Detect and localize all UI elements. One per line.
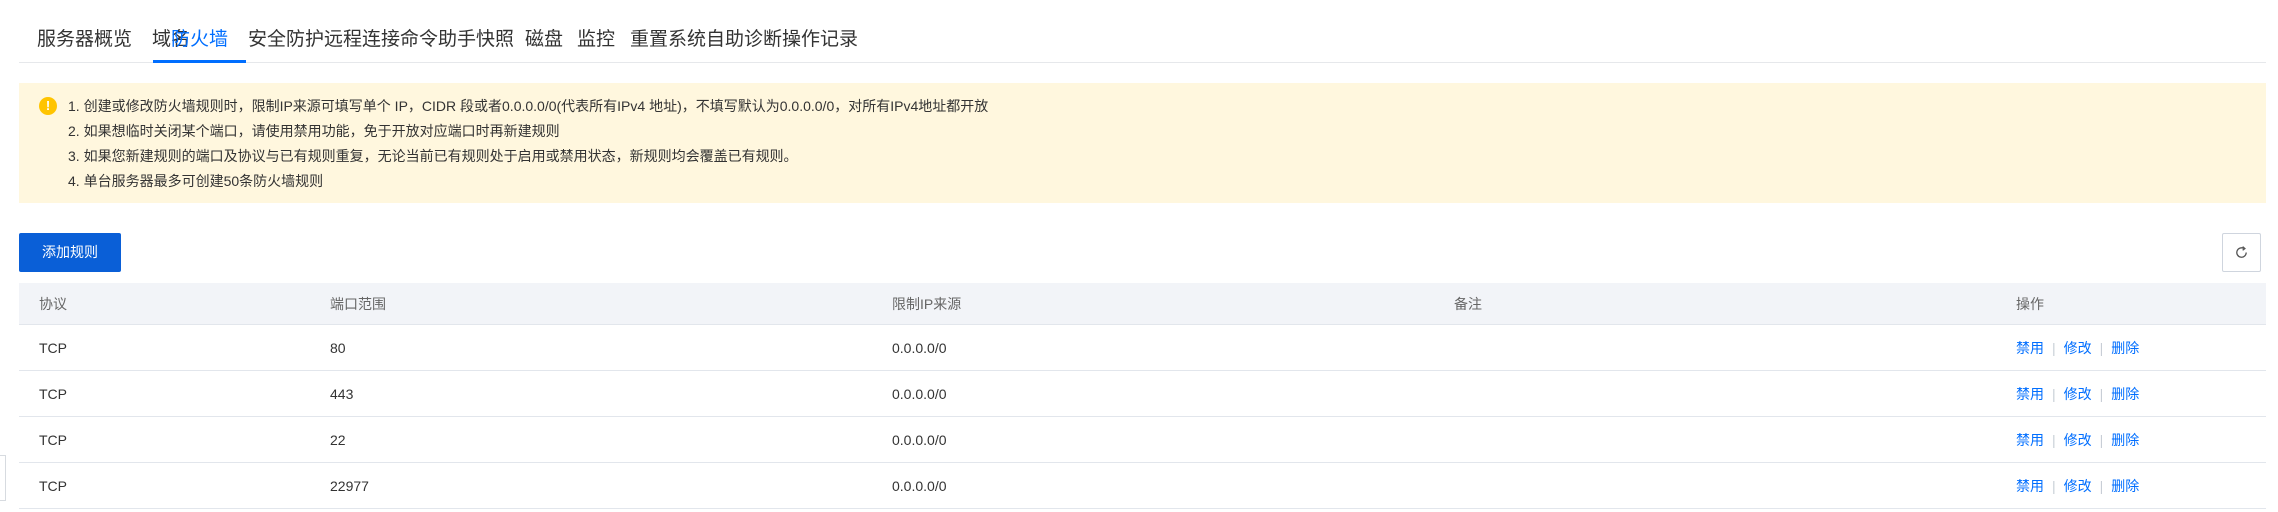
action-separator: |	[2052, 386, 2056, 402]
notice-line: 4. 单台服务器最多可创建50条防火墙规则	[68, 173, 324, 189]
cell-actions: 禁用 | 修改 | 删除	[2016, 371, 2139, 417]
cell-actions: 禁用 | 修改 | 删除	[2016, 325, 2139, 371]
cell-ip-source: 0.0.0.0/0	[892, 340, 947, 356]
refresh-button[interactable]	[2222, 233, 2261, 272]
notice-line: 2. 如果想临时关闭某个端口，请使用禁用功能，免于开放对应端口时再新建规则	[68, 123, 560, 139]
action-separator: |	[2099, 340, 2104, 356]
tab-bar: 服务器概览 域名 防火墙 安全防护 远程连接 命令助手 快照 磁盘 监控 重置系…	[19, 0, 2266, 63]
cell-port: 443	[330, 386, 354, 402]
disable-link[interactable]: 禁用	[2016, 432, 2044, 448]
side-panel-edge	[0, 455, 6, 501]
edit-link[interactable]: 修改	[2064, 478, 2092, 494]
action-separator: |	[2052, 432, 2056, 448]
action-separator: |	[2099, 432, 2104, 448]
table-row: TCP 22 0.0.0.0/0 禁用 | 修改 | 删除	[19, 417, 2266, 463]
cell-actions: 禁用 | 修改 | 删除	[2016, 417, 2139, 463]
column-header-ip-source: 限制IP来源	[892, 296, 962, 312]
column-header-note: 备注	[1454, 296, 1482, 312]
rules-table: 协议 端口范围 限制IP来源 备注 操作 TCP 80 0.0.0.0/0 禁用…	[19, 283, 2266, 509]
refresh-icon	[2236, 246, 2247, 258]
cell-port: 22	[330, 432, 346, 448]
firewall-page: 服务器概览 域名 防火墙 安全防护 远程连接 命令助手 快照 磁盘 监控 重置系…	[0, 0, 2278, 512]
edit-link[interactable]: 修改	[2064, 340, 2092, 356]
edit-link[interactable]: 修改	[2064, 386, 2092, 402]
action-separator: |	[2099, 386, 2104, 402]
cell-port: 22977	[330, 478, 369, 494]
table-row: TCP 22977 0.0.0.0/0 禁用 | 修改 | 删除	[19, 463, 2266, 509]
cell-protocol: TCP	[39, 386, 67, 402]
tab-server-overview[interactable]: 服务器概览	[19, 25, 150, 63]
action-separator: |	[2099, 478, 2104, 494]
table-row: TCP 80 0.0.0.0/0 禁用 | 修改 | 删除	[19, 325, 2266, 371]
disable-link[interactable]: 禁用	[2016, 478, 2044, 494]
disable-link[interactable]: 禁用	[2016, 386, 2044, 402]
cell-ip-source: 0.0.0.0/0	[892, 478, 947, 494]
tab-operation-log[interactable]: 操作记录	[764, 25, 876, 63]
action-separator: |	[2052, 478, 2056, 494]
cell-protocol: TCP	[39, 478, 67, 494]
edit-link[interactable]: 修改	[2064, 432, 2092, 448]
notice-box: ! 1. 创建或修改防火墙规则时，限制IP来源可填写单个 IP，CIDR 段或者…	[19, 83, 2266, 203]
cell-actions: 禁用 | 修改 | 删除	[2016, 463, 2139, 509]
cell-ip-source: 0.0.0.0/0	[892, 432, 947, 448]
column-header-port-range: 端口范围	[330, 296, 386, 312]
warning-icon: !	[39, 97, 57, 115]
delete-link[interactable]: 删除	[2111, 386, 2139, 402]
disable-link[interactable]: 禁用	[2016, 340, 2044, 356]
cell-ip-source: 0.0.0.0/0	[892, 386, 947, 402]
column-header-actions: 操作	[2016, 296, 2044, 312]
delete-link[interactable]: 删除	[2111, 340, 2139, 356]
add-rule-button[interactable]: 添加规则	[19, 233, 121, 272]
delete-link[interactable]: 删除	[2111, 432, 2139, 448]
table-row: TCP 443 0.0.0.0/0 禁用 | 修改 | 删除	[19, 371, 2266, 417]
notice-line: 1. 创建或修改防火墙规则时，限制IP来源可填写单个 IP，CIDR 段或者0.…	[68, 98, 989, 114]
cell-protocol: TCP	[39, 432, 67, 448]
column-header-protocol: 协议	[39, 296, 67, 312]
notice-line: 3. 如果您新建规则的端口及协议与已有规则重复，无论当前已有规则处于启用或禁用状…	[68, 148, 798, 164]
cell-port: 80	[330, 340, 346, 356]
action-separator: |	[2052, 340, 2056, 356]
cell-protocol: TCP	[39, 340, 67, 356]
table-header: 协议 端口范围 限制IP来源 备注 操作	[19, 283, 2266, 325]
delete-link[interactable]: 删除	[2111, 478, 2139, 494]
